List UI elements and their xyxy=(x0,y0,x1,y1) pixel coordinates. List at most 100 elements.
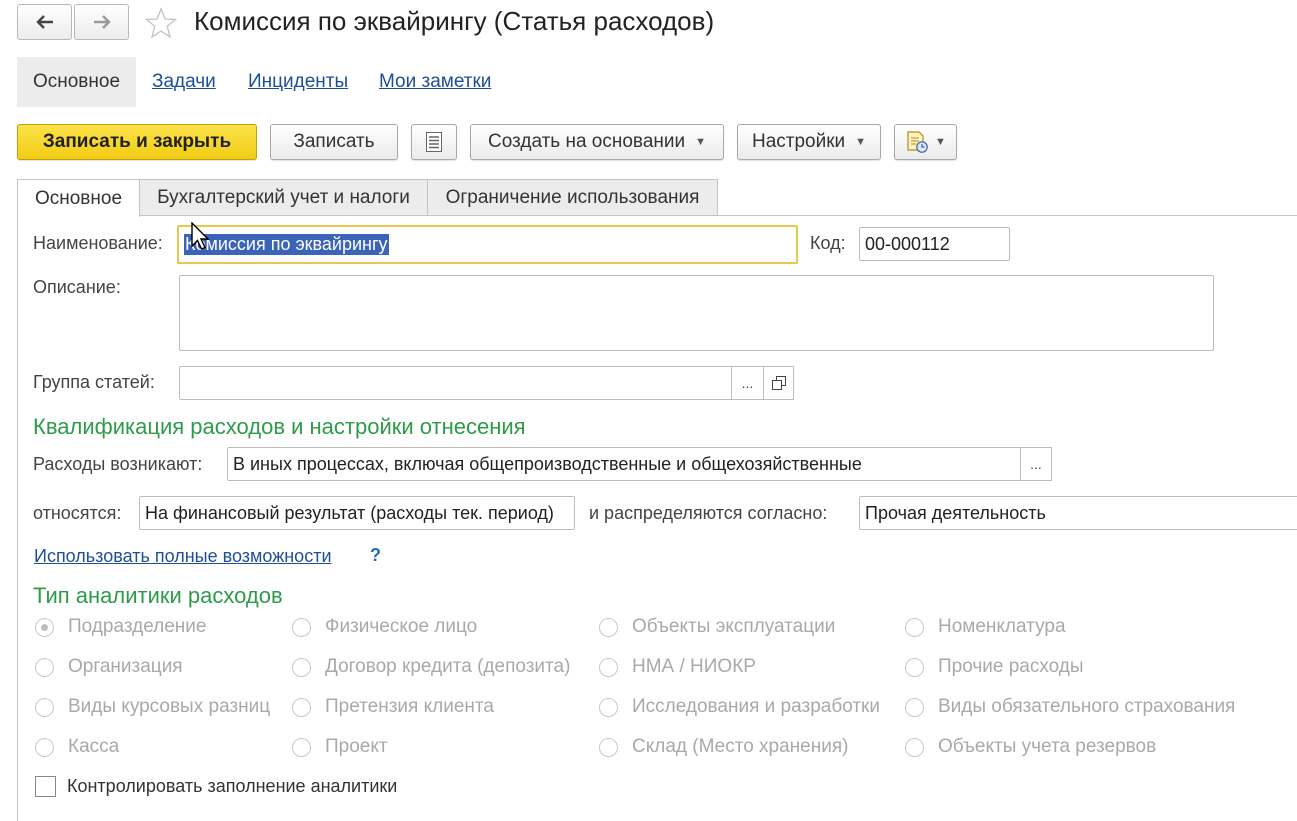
window-title: Комиссия по эквайрингу (Статья расходов) xyxy=(194,6,715,36)
radio-circle xyxy=(599,697,618,717)
nav-tab-incidents[interactable]: Инциденты xyxy=(248,57,348,107)
group-label: Группа статей: xyxy=(33,372,155,392)
nav-tab-tasks[interactable]: Задачи xyxy=(152,57,216,107)
radio-circle xyxy=(905,737,924,757)
relate-label: относятся: xyxy=(33,503,122,523)
checkbox-box xyxy=(35,776,56,797)
radio-label: Проект xyxy=(325,736,388,757)
description-label: Описание: xyxy=(33,277,121,297)
radio-circle xyxy=(35,617,54,637)
radio-label: Номенклатура xyxy=(938,616,1066,637)
analytics-radio-nomenclature[interactable]: Номенклатура xyxy=(905,616,1066,638)
list-menu-button[interactable] xyxy=(411,124,457,160)
analytics-radio-operation-objects[interactable]: Объекты эксплуатации xyxy=(599,616,835,638)
group-input[interactable] xyxy=(179,366,733,400)
settings-button[interactable]: Настройки ▼ xyxy=(737,124,881,160)
nav-tab-main[interactable]: Основное xyxy=(17,57,136,107)
analytics-header: Тип аналитики расходов xyxy=(33,583,283,608)
radio-label: Виды курсовых разниц xyxy=(68,696,271,717)
code-value: 00-000112 xyxy=(865,233,950,254)
radio-label: Организация xyxy=(68,656,183,677)
analytics-radio-claim[interactable]: Претензия клиента xyxy=(292,696,494,718)
radio-circle xyxy=(599,657,618,677)
radio-label: Виды обязательного страхования xyxy=(938,696,1236,717)
tab-usage-restriction[interactable]: Ограничение использования xyxy=(427,179,718,215)
chevron-down-icon: ▼ xyxy=(935,136,946,148)
radio-dot xyxy=(41,623,48,631)
save-label: Записать xyxy=(293,131,375,152)
tab-accounting[interactable]: Бухгалтерский учет и налоги xyxy=(139,179,428,215)
analytics-radio-individual[interactable]: Физическое лицо xyxy=(292,616,477,638)
distribute-label: и распределяются согласно: xyxy=(589,503,828,523)
back-button[interactable] xyxy=(17,4,72,40)
create-based-on-button[interactable]: Создать на основании ▼ xyxy=(470,124,724,160)
radio-circle xyxy=(905,657,924,677)
name-label: Наименование: xyxy=(33,233,163,253)
radio-label: Исследования и разработки xyxy=(632,696,880,717)
code-label: Код: xyxy=(810,233,846,253)
save-and-close-button[interactable]: Записать и закрыть xyxy=(17,124,257,160)
name-value: Комиссия по эквайрингу xyxy=(184,234,389,255)
analytics-radio-cash[interactable]: Касса xyxy=(35,736,119,758)
forward-button[interactable] xyxy=(74,4,129,40)
nav-tab-label: Задачи xyxy=(152,71,216,92)
radio-label: Договор кредита (депозита) xyxy=(325,656,571,677)
create-based-on-label: Создать на основании xyxy=(487,131,686,152)
description-input[interactable] xyxy=(179,275,1214,351)
radio-circle xyxy=(35,697,54,717)
star-icon xyxy=(144,7,178,39)
arise-select-button[interactable]: ... xyxy=(1020,447,1052,481)
save-and-close-label: Записать и закрыть xyxy=(42,131,232,152)
checkbox-label: Контролировать заполнение аналитики xyxy=(67,776,398,796)
radio-circle xyxy=(292,617,311,637)
arrow-right-icon xyxy=(93,15,111,29)
save-button[interactable]: Записать xyxy=(270,124,398,160)
favorite-button[interactable] xyxy=(144,6,178,40)
radio-label: НМА / НИОКР xyxy=(632,656,756,677)
list-icon xyxy=(426,132,442,152)
analytics-radio-other-expenses[interactable]: Прочие расходы xyxy=(905,656,1084,678)
chevron-down-icon: ▼ xyxy=(855,136,867,148)
name-input[interactable]: Комиссия по эквайрингу xyxy=(177,225,798,264)
nav-tab-label: Инциденты xyxy=(248,71,349,92)
relate-select[interactable]: На финансовый результат (расходы тек. пе… xyxy=(139,496,575,530)
nav-tab-notes[interactable]: Мои заметки xyxy=(379,57,491,107)
help-icon[interactable]: ? xyxy=(370,545,381,566)
analytics-radio-warehouse[interactable]: Склад (Место хранения) xyxy=(599,736,848,758)
radio-label: Объекты учета резервов xyxy=(938,736,1157,757)
analytics-radio-reserves[interactable]: Объекты учета резервов xyxy=(905,736,1156,758)
distribute-input[interactable]: Прочая деятельность xyxy=(859,496,1297,530)
mouse-cursor-icon xyxy=(191,222,210,250)
tab-main[interactable]: Основное xyxy=(17,179,140,217)
arrow-left-icon xyxy=(35,15,53,29)
full-features-link[interactable]: Использовать полные возможности xyxy=(34,546,332,567)
analytics-radio-loan-contract[interactable]: Договор кредита (депозита) xyxy=(292,656,570,678)
radio-label: Подразделение xyxy=(68,616,207,637)
report-menu-button[interactable]: ▼ xyxy=(894,124,957,160)
select-label: ... xyxy=(741,375,754,391)
nav-tab-label: Мои заметки xyxy=(379,71,492,92)
analytics-radio-department[interactable]: Подразделение xyxy=(35,616,206,638)
radio-label: Претензия клиента xyxy=(325,696,494,717)
analytics-radio-intangibles[interactable]: НМА / НИОКР xyxy=(599,656,756,678)
radio-label: Склад (Место хранения) xyxy=(632,736,849,757)
open-window-icon xyxy=(771,376,786,390)
analytics-radio-exchange-diff[interactable]: Виды курсовых разниц xyxy=(35,696,270,718)
control-analytics-checkbox[interactable]: Контролировать заполнение аналитики xyxy=(35,776,397,797)
radio-circle xyxy=(292,737,311,757)
radio-circle xyxy=(292,657,311,677)
tab-label: Бухгалтерский учет и налоги xyxy=(157,186,410,208)
analytics-radio-organization[interactable]: Организация xyxy=(35,656,183,678)
analytics-radio-research[interactable]: Исследования и разработки xyxy=(599,696,880,718)
report-icon xyxy=(907,131,928,153)
radio-circle xyxy=(599,737,618,757)
radio-circle xyxy=(905,617,924,637)
arise-input[interactable]: В иных процессах, включая общепроизводст… xyxy=(227,447,1022,481)
group-open-button[interactable] xyxy=(763,366,794,400)
distribute-value: Прочая деятельность xyxy=(865,502,1046,523)
group-select-button[interactable]: ... xyxy=(731,366,764,400)
code-input[interactable]: 00-000112 xyxy=(859,227,1010,261)
analytics-radio-insurance[interactable]: Виды обязательного страхования xyxy=(905,696,1235,718)
radio-circle xyxy=(35,657,54,677)
analytics-radio-project[interactable]: Проект xyxy=(292,736,388,758)
